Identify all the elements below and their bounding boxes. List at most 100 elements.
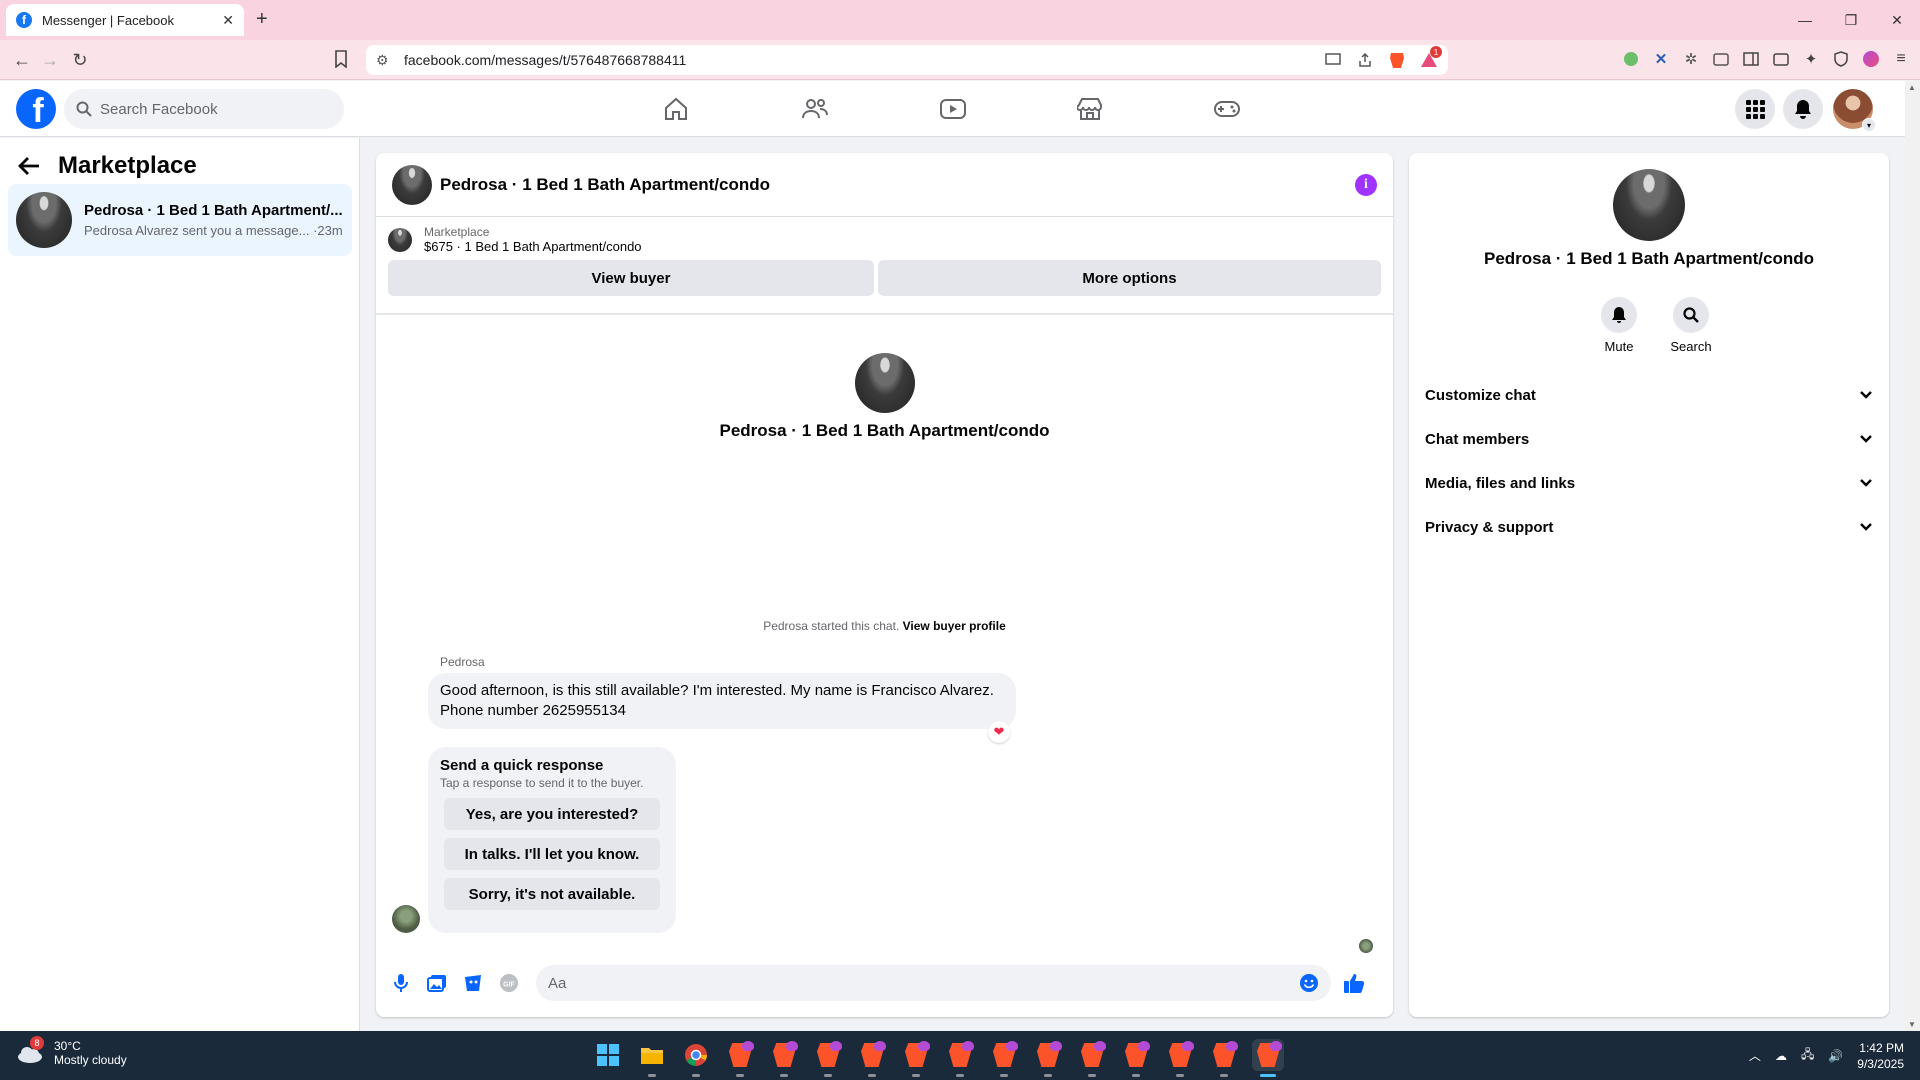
message-input[interactable]: Aa xyxy=(536,965,1331,1001)
minimize-icon[interactable]: — xyxy=(1782,0,1828,40)
close-tab-icon[interactable]: ✕ xyxy=(222,12,234,29)
sender-avatar[interactable] xyxy=(392,905,420,933)
new-tab-icon[interactable]: + xyxy=(256,8,268,30)
more-options-button[interactable]: More options xyxy=(878,260,1381,296)
marketplace-icon[interactable] xyxy=(1074,93,1106,125)
details-avatar[interactable] xyxy=(1613,169,1685,241)
view-buyer-profile-link[interactable]: View buyer profile xyxy=(903,619,1006,633)
chat-title[interactable]: Pedrosa · 1 Bed 1 Bath Apartment/condo xyxy=(440,175,1355,195)
brave-browser-icon[interactable] xyxy=(768,1039,800,1077)
mute-action[interactable]: Mute xyxy=(1589,297,1649,354)
quick-response-title: Send a quick response xyxy=(440,757,604,774)
chevron-up-icon[interactable]: ︿ xyxy=(1749,1047,1761,1064)
heart-reaction-icon[interactable]: ❤ xyxy=(988,721,1010,743)
quick-response-button[interactable]: In talks. I'll let you know. xyxy=(444,838,660,870)
extensions-icon[interactable]: ✲ xyxy=(1682,50,1700,68)
mute-label: Mute xyxy=(1604,339,1634,354)
emoji-icon[interactable] xyxy=(1299,973,1319,993)
profile-extension-icon[interactable] xyxy=(1862,50,1880,68)
address-bar[interactable]: ⚙ facebook.com/messages/t/57648766878841… xyxy=(366,45,1448,75)
listing-price[interactable]: $675 · 1 Bed 1 Bath Apartment/condo xyxy=(424,239,642,254)
photo-icon[interactable] xyxy=(426,972,448,994)
close-window-icon[interactable]: ✕ xyxy=(1874,0,1920,40)
brave-browser-icon[interactable] xyxy=(944,1039,976,1077)
like-thumbs-up-icon[interactable] xyxy=(1343,972,1365,994)
search-action[interactable]: Search xyxy=(1661,297,1721,354)
search-placeholder: Search Facebook xyxy=(100,100,218,118)
back-arrow-icon[interactable] xyxy=(18,156,40,176)
clock[interactable]: 1:42 PM 9/3/2025 xyxy=(1857,1040,1904,1072)
facebook-search-input[interactable]: Search Facebook xyxy=(64,89,344,129)
tab-title: Messenger | Facebook xyxy=(42,12,174,28)
quick-response-button[interactable]: Sorry, it's not available. xyxy=(444,878,660,910)
brave-browser-icon[interactable] xyxy=(1076,1039,1108,1077)
page-scrollbar[interactable]: ▲ ▼ xyxy=(1905,81,1920,1031)
brave-browser-icon[interactable] xyxy=(1032,1039,1064,1077)
browser-tab[interactable]: f Messenger | Facebook ✕ xyxy=(6,4,244,36)
menu-icon[interactable]: ≡ xyxy=(1892,50,1910,68)
chat-details-panel: Pedrosa · 1 Bed 1 Bath Apartment/condo M… xyxy=(1409,153,1889,1017)
scroll-down-icon[interactable]: ▼ xyxy=(1908,1020,1916,1029)
bookmark-icon[interactable] xyxy=(334,50,354,70)
brave-browser-icon-active[interactable] xyxy=(1252,1039,1284,1077)
extension-green-icon[interactable] xyxy=(1622,50,1640,68)
brave-rewards-icon[interactable]: 1 xyxy=(1420,46,1442,69)
scroll-up-icon[interactable]: ▲ xyxy=(1908,83,1916,92)
brave-browser-icon[interactable] xyxy=(1208,1039,1240,1077)
brave-browser-icon[interactable] xyxy=(1120,1039,1152,1077)
brave-browser-icon[interactable] xyxy=(988,1039,1020,1077)
home-icon[interactable] xyxy=(660,93,692,125)
brave-shields-icon[interactable] xyxy=(1388,51,1406,69)
reload-icon[interactable]: ↻ xyxy=(70,50,90,70)
weather-widget[interactable]: 8 30°C Mostly cloudy xyxy=(16,1036,127,1067)
message-composer: GIF Aa xyxy=(376,961,1393,1005)
volume-icon[interactable]: 🔊 xyxy=(1828,1049,1843,1063)
chat-avatar[interactable] xyxy=(392,164,432,205)
friends-icon[interactable] xyxy=(799,93,831,125)
cast-icon[interactable] xyxy=(1324,51,1342,69)
wallet-icon[interactable] xyxy=(1772,50,1790,68)
network-icon[interactable]: 🖧 xyxy=(1801,1045,1814,1066)
gaming-icon[interactable] xyxy=(1211,93,1243,125)
conversation-item[interactable]: Pedrosa · 1 Bed 1 Bath Apartment/... Ped… xyxy=(8,184,352,256)
microphone-icon[interactable] xyxy=(390,972,412,994)
leo-ai-icon[interactable]: ✦ xyxy=(1802,50,1820,68)
chat-members-section[interactable]: Chat members xyxy=(1425,417,1873,461)
search-label: Search xyxy=(1670,339,1712,354)
notifications-bell-icon[interactable] xyxy=(1783,89,1823,129)
customize-chat-section[interactable]: Customize chat xyxy=(1425,373,1873,417)
share-icon[interactable] xyxy=(1356,51,1374,69)
sticker-icon[interactable] xyxy=(462,972,484,994)
brave-browser-icon[interactable] xyxy=(724,1039,756,1077)
back-icon[interactable]: ← xyxy=(12,50,32,70)
media-files-links-section[interactable]: Media, files and links xyxy=(1425,461,1873,505)
privacy-support-section[interactable]: Privacy & support xyxy=(1425,505,1873,549)
facebook-logo-icon[interactable]: f xyxy=(16,89,56,129)
onedrive-icon[interactable]: ☁ xyxy=(1775,1049,1787,1063)
brave-browser-icon[interactable] xyxy=(812,1039,844,1077)
menu-grid-icon[interactable] xyxy=(1735,89,1775,129)
mute-bell-icon xyxy=(1601,297,1637,333)
conversation-preview: Pedrosa Alvarez sent you a message... ·2… xyxy=(84,223,343,238)
site-settings-icon[interactable]: ⚙ xyxy=(376,52,392,69)
watch-icon[interactable] xyxy=(937,93,969,125)
message-bubble[interactable]: Good afternoon, is this still available?… xyxy=(428,673,1016,729)
quick-response-button[interactable]: Yes, are you interested? xyxy=(444,798,660,830)
gif-icon[interactable]: GIF xyxy=(498,972,520,994)
file-explorer-icon[interactable] xyxy=(636,1039,668,1077)
extension-x-icon[interactable]: ✕ xyxy=(1652,50,1670,68)
extension-camera-icon[interactable] xyxy=(1712,50,1730,68)
brave-browser-icon[interactable] xyxy=(1164,1039,1196,1077)
restore-icon[interactable]: ❐ xyxy=(1828,0,1874,40)
vpn-icon[interactable] xyxy=(1832,50,1850,68)
forward-icon[interactable]: → xyxy=(40,50,60,70)
account-avatar[interactable]: ▾ xyxy=(1833,89,1876,132)
view-buyer-button[interactable]: View buyer xyxy=(388,260,874,296)
brave-browser-icon[interactable] xyxy=(900,1039,932,1077)
start-windows-icon[interactable] xyxy=(592,1039,624,1071)
chrome-icon[interactable] xyxy=(680,1039,712,1077)
extensions-area: ✕ ✲ ✦ ≡ xyxy=(1622,50,1910,68)
brave-browser-icon[interactable] xyxy=(856,1039,888,1077)
info-icon[interactable]: i xyxy=(1355,173,1377,196)
sidebar-toggle-icon[interactable] xyxy=(1742,50,1760,68)
